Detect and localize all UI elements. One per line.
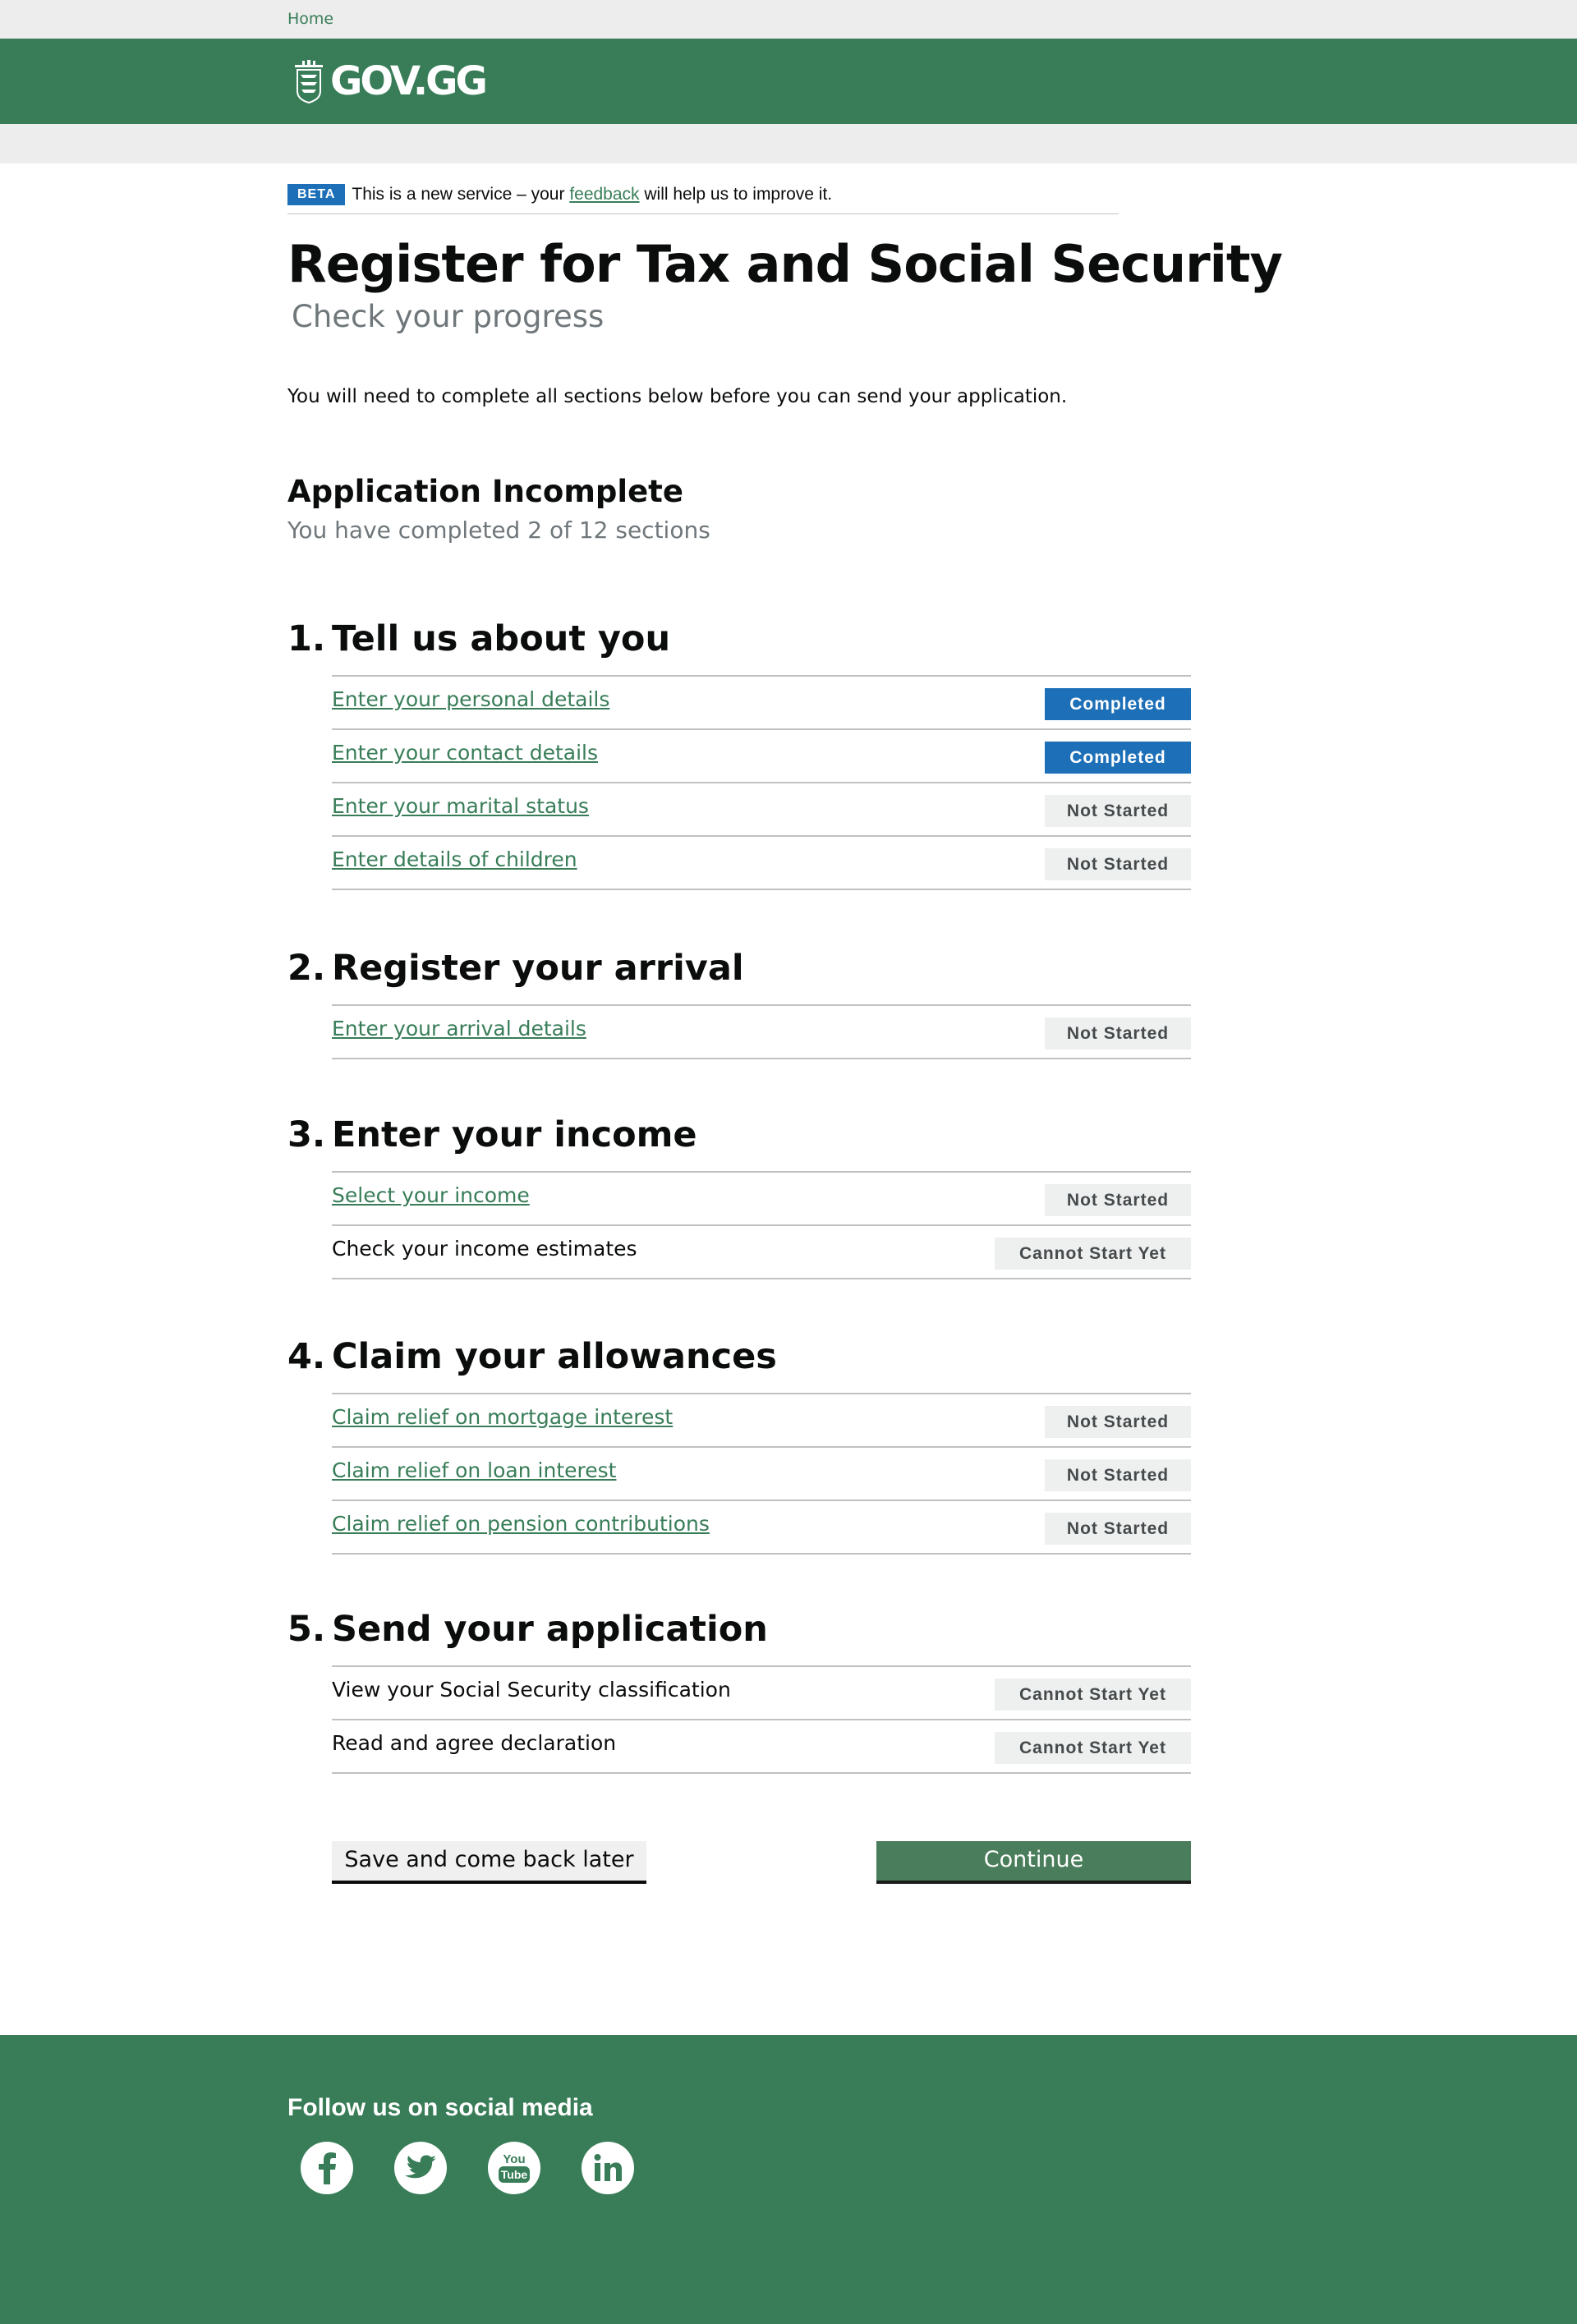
beta-tag: BETA [287, 184, 346, 205]
continue-button[interactable]: Continue [876, 1841, 1191, 1884]
status-tag: Cannot Start Yet [995, 1238, 1191, 1270]
youtube-glyph: You Tube [499, 2152, 530, 2183]
site-header: GOV.GG [0, 39, 1577, 124]
section-title: Enter your income [332, 1114, 697, 1155]
status-tag: Completed [1045, 688, 1191, 720]
task-row: Claim relief on mortgage interest Not St… [332, 1394, 1191, 1448]
beta-text-after: will help us to improve it. [639, 185, 833, 204]
gov-gg-logo[interactable]: GOV.GG [292, 58, 488, 104]
task-link-children[interactable]: Enter details of children [332, 847, 577, 873]
intro-text: You will need to complete all sections b… [287, 386, 1068, 407]
status-tag: Not Started [1045, 1184, 1191, 1216]
section-title: Register your arrival [332, 948, 744, 989]
task-row: Claim relief on pension contributions No… [332, 1501, 1191, 1555]
section-heading: 3. Enter your income [287, 1109, 1191, 1161]
section-enter-income: 3. Enter your income Select your income … [287, 1109, 1191, 1279]
task-list: Enter your personal details Completed En… [332, 675, 1191, 890]
section-heading: 5. Send your application [287, 1603, 1191, 1656]
save-and-come-back-button[interactable]: Save and come back later [332, 1841, 646, 1884]
application-progress-text: You have completed 2 of 12 sections [287, 517, 710, 544]
section-number: 5. [287, 1609, 326, 1650]
linkedin-icon[interactable] [582, 2142, 634, 2194]
feedback-link[interactable]: feedback [569, 185, 639, 204]
task-list: Select your income Not Started Check you… [332, 1171, 1191, 1279]
section-title: Claim your allowances [332, 1336, 777, 1377]
task-row: Read and agree declaration Cannot Start … [332, 1720, 1191, 1774]
status-tag: Not Started [1045, 1513, 1191, 1545]
twitter-icon[interactable] [394, 2142, 447, 2194]
task-list: View your Social Security classification… [332, 1665, 1191, 1774]
logo-text: GOV.GG [330, 58, 488, 104]
task-link-mortgage-interest[interactable]: Claim relief on mortgage interest [332, 1404, 673, 1431]
status-tag: Cannot Start Yet [995, 1679, 1191, 1711]
facebook-glyph [319, 2152, 336, 2184]
task-row: Enter details of children Not Started [332, 837, 1191, 890]
task-row: Claim relief on loan interest Not Starte… [332, 1448, 1191, 1501]
page-title: Register for Tax and Social Security [287, 234, 1283, 294]
section-register-arrival: 2. Register your arrival Enter your arri… [287, 942, 1191, 1059]
task-link-select-income[interactable]: Select your income [332, 1183, 530, 1209]
top-bar: Home [0, 0, 1577, 39]
task-row: View your Social Security classification… [332, 1667, 1191, 1720]
status-tag: Not Started [1045, 795, 1191, 827]
section-heading: 1. Tell us about you [287, 613, 1191, 665]
facebook-icon[interactable] [301, 2142, 353, 2194]
status-tag: Not Started [1045, 1459, 1191, 1491]
task-row: Check your income estimates Cannot Start… [332, 1226, 1191, 1279]
beta-text-before: This is a new service – your [352, 185, 570, 204]
section-number: 1. [287, 618, 326, 659]
youtube-you-text: You [503, 2152, 525, 2166]
page-subtitle: Check your progress [292, 299, 605, 334]
status-tag: Cannot Start Yet [995, 1732, 1191, 1764]
guernsey-crest-icon [295, 60, 323, 104]
task-row: Enter your contact details Completed [332, 730, 1191, 783]
task-link-personal-details[interactable]: Enter your personal details [332, 687, 609, 713]
task-link-marital-status[interactable]: Enter your marital status [332, 793, 589, 820]
task-declaration: Read and agree declaration [332, 1731, 617, 1755]
section-number: 4. [287, 1336, 326, 1377]
section-title: Tell us about you [332, 618, 671, 659]
beta-message: This is a new service – your feedback wi… [352, 184, 832, 205]
task-social-security-classification: View your Social Security classification [332, 1678, 731, 1702]
task-link-loan-interest[interactable]: Claim relief on loan interest [332, 1458, 616, 1484]
task-list: Claim relief on mortgage interest Not St… [332, 1393, 1191, 1555]
status-tag: Not Started [1045, 848, 1191, 880]
section-send-application: 5. Send your application View your Socia… [287, 1603, 1191, 1774]
status-tag: Not Started [1045, 1406, 1191, 1438]
task-row: Enter your personal details Completed [332, 677, 1191, 730]
section-heading: 2. Register your arrival [287, 942, 1191, 994]
footer-heading: Follow us on social media [287, 2094, 593, 2121]
section-number: 2. [287, 948, 326, 989]
site-footer: Follow us on social media You Tube [0, 2035, 1577, 2324]
task-link-arrival-details[interactable]: Enter your arrival details [332, 1016, 586, 1042]
task-income-estimates: Check your income estimates [332, 1237, 637, 1261]
section-heading: 4. Claim your allowances [287, 1330, 1191, 1383]
status-tag: Not Started [1045, 1017, 1191, 1049]
section-tell-us-about-you: 1. Tell us about you Enter your personal… [287, 613, 1191, 890]
application-status-heading: Application Incomplete [287, 474, 683, 509]
section-claim-allowances: 4. Claim your allowances Claim relief on… [287, 1330, 1191, 1555]
task-row: Enter your arrival details Not Started [332, 1006, 1191, 1059]
section-title: Send your application [332, 1609, 768, 1650]
status-tag: Completed [1045, 742, 1191, 774]
task-link-pension-contributions[interactable]: Claim relief on pension contributions [332, 1511, 710, 1537]
section-number: 3. [287, 1114, 326, 1155]
task-row: Enter your marital status Not Started [332, 783, 1191, 837]
youtube-tube-text: Tube [501, 2168, 528, 2181]
header-strip [0, 124, 1577, 163]
task-list: Enter your arrival details Not Started [332, 1004, 1191, 1059]
twitter-glyph [405, 2155, 436, 2179]
beta-banner: BETA This is a new service – your feedba… [287, 184, 1119, 214]
home-link[interactable]: Home [287, 10, 333, 28]
task-link-contact-details[interactable]: Enter your contact details [332, 740, 598, 766]
linkedin-glyph [594, 2154, 622, 2181]
youtube-icon[interactable]: You Tube [488, 2142, 540, 2194]
task-row: Select your income Not Started [332, 1173, 1191, 1226]
